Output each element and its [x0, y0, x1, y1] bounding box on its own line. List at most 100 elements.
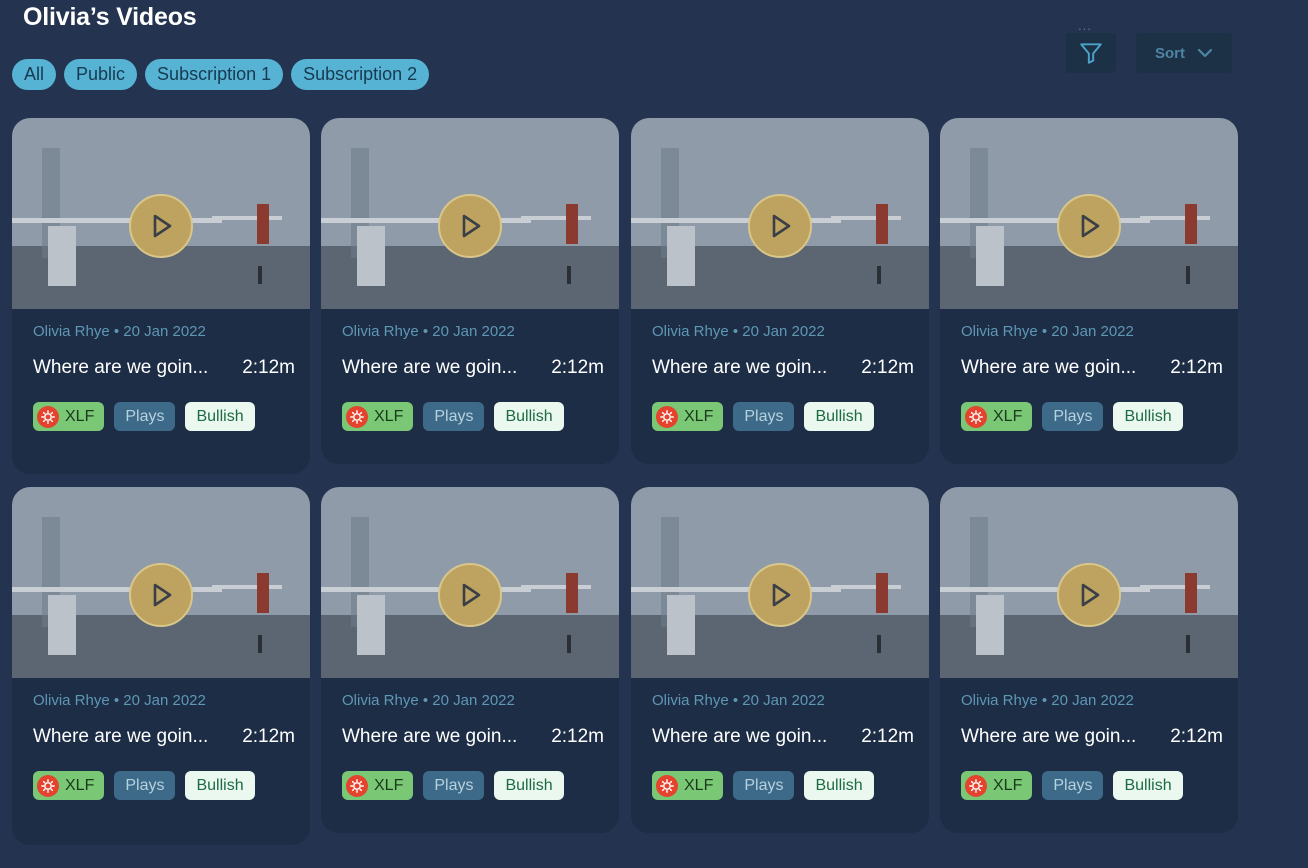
video-tags: XLF Plays Bullish — [33, 402, 255, 431]
tag-bullish[interactable]: Bullish — [1113, 771, 1183, 800]
author-name: Olivia Rhye — [961, 323, 1038, 340]
upload-date: 20 Jan 2022 — [432, 323, 515, 340]
tag-plays[interactable]: Plays — [733, 402, 795, 431]
video-thumbnail[interactable] — [321, 118, 619, 309]
sort-button[interactable]: Sort — [1136, 33, 1232, 73]
author-name: Olivia Rhye — [961, 692, 1038, 709]
play-button[interactable] — [748, 563, 812, 627]
video-card[interactable]: Olivia Rhye • 20 Jan 2022 Where are we g… — [631, 487, 929, 833]
video-meta: Olivia Rhye • 20 Jan 2022 — [342, 692, 515, 709]
tag-xlf[interactable]: XLF — [652, 402, 724, 431]
play-button[interactable] — [129, 194, 193, 258]
filter-button[interactable] — [1066, 33, 1116, 73]
video-title[interactable]: Where are we goin... — [652, 357, 827, 379]
play-button[interactable] — [129, 563, 193, 627]
video-title[interactable]: Where are we goin... — [33, 357, 208, 379]
tag-bullish[interactable]: Bullish — [804, 771, 874, 800]
tag-xlf[interactable]: XLF — [652, 771, 724, 800]
tag-xlf-label: XLF — [684, 777, 714, 794]
meta-separator: • — [422, 323, 433, 340]
tag-bullish[interactable]: Bullish — [804, 402, 874, 431]
tag-plays[interactable]: Plays — [114, 771, 176, 800]
video-meta: Olivia Rhye • 20 Jan 2022 — [33, 692, 206, 709]
video-duration: 2:12m — [1170, 357, 1223, 378]
video-thumbnail[interactable] — [12, 487, 310, 678]
video-thumbnail[interactable] — [321, 487, 619, 678]
author-name: Olivia Rhye — [33, 323, 110, 340]
filter-tab-subscription-2[interactable]: Subscription 2 — [291, 59, 430, 90]
filter-tabs: All Public Subscription 1 Subscription 2 — [12, 59, 430, 90]
play-icon — [153, 214, 172, 238]
video-title[interactable]: Where are we goin... — [33, 726, 208, 748]
tag-xlf[interactable]: XLF — [33, 402, 105, 431]
video-tags: XLF Plays Bullish — [33, 771, 255, 800]
video-thumbnail[interactable] — [631, 118, 929, 309]
upload-date: 20 Jan 2022 — [123, 692, 206, 709]
page-title: Olivia’s Videos — [23, 3, 197, 31]
video-tags: XLF Plays Bullish — [652, 771, 874, 800]
tag-plays[interactable]: Plays — [733, 771, 795, 800]
video-duration: 2:12m — [242, 357, 295, 378]
tag-bullish[interactable]: Bullish — [1113, 402, 1183, 431]
video-card[interactable]: Olivia Rhye • 20 Jan 2022 Where are we g… — [12, 118, 310, 474]
tag-plays[interactable]: Plays — [1042, 771, 1104, 800]
play-button[interactable] — [748, 194, 812, 258]
video-meta: Olivia Rhye • 20 Jan 2022 — [961, 323, 1134, 340]
play-button[interactable] — [438, 194, 502, 258]
meta-separator: • — [113, 692, 124, 709]
author-name: Olivia Rhye — [33, 692, 110, 709]
video-thumbnail[interactable] — [940, 118, 1238, 309]
more-options-dots[interactable]: ... — [1078, 18, 1092, 33]
video-title[interactable]: Where are we goin... — [342, 726, 517, 748]
tag-bullish[interactable]: Bullish — [494, 771, 564, 800]
video-card[interactable]: Olivia Rhye • 20 Jan 2022 Where are we g… — [940, 118, 1238, 464]
video-title[interactable]: Where are we goin... — [342, 357, 517, 379]
xlf-logo-icon — [346, 405, 368, 428]
video-title-row: Where are we goin... 2:12m — [652, 726, 914, 748]
video-meta: Olivia Rhye • 20 Jan 2022 — [652, 692, 825, 709]
video-thumbnail[interactable] — [631, 487, 929, 678]
video-thumbnail[interactable] — [12, 118, 310, 309]
filter-tab-all[interactable]: All — [12, 59, 57, 90]
videos-page: Olivia’s Videos All Public Subscription … — [0, 0, 1308, 868]
video-card[interactable]: Olivia Rhye • 20 Jan 2022 Where are we g… — [12, 487, 310, 845]
tag-plays[interactable]: Plays — [423, 771, 485, 800]
video-title[interactable]: Where are we goin... — [961, 726, 1136, 748]
tag-plays[interactable]: Plays — [114, 402, 176, 431]
play-icon — [772, 214, 791, 238]
xlf-logo-icon — [656, 774, 678, 797]
video-duration: 2:12m — [861, 726, 914, 747]
video-meta: Olivia Rhye • 20 Jan 2022 — [652, 323, 825, 340]
tag-bullish[interactable]: Bullish — [185, 402, 255, 431]
video-duration: 2:12m — [551, 357, 604, 378]
tag-xlf[interactable]: XLF — [961, 771, 1033, 800]
meta-separator: • — [1041, 323, 1052, 340]
play-button[interactable] — [1057, 194, 1121, 258]
video-title[interactable]: Where are we goin... — [961, 357, 1136, 379]
tag-xlf[interactable]: XLF — [961, 402, 1033, 431]
tag-xlf[interactable]: XLF — [342, 402, 414, 431]
play-button[interactable] — [438, 563, 502, 627]
play-button[interactable] — [1057, 563, 1121, 627]
filter-tab-public[interactable]: Public — [64, 59, 138, 90]
video-meta: Olivia Rhye • 20 Jan 2022 — [961, 692, 1134, 709]
tag-plays[interactable]: Plays — [423, 402, 485, 431]
tag-xlf[interactable]: XLF — [342, 771, 414, 800]
meta-separator: • — [422, 692, 433, 709]
video-card[interactable]: Olivia Rhye • 20 Jan 2022 Where are we g… — [321, 487, 619, 833]
upload-date: 20 Jan 2022 — [432, 692, 515, 709]
tag-plays[interactable]: Plays — [1042, 402, 1104, 431]
tag-xlf[interactable]: XLF — [33, 771, 105, 800]
filter-tab-subscription-1[interactable]: Subscription 1 — [145, 59, 284, 90]
video-title[interactable]: Where are we goin... — [652, 726, 827, 748]
tag-bullish[interactable]: Bullish — [185, 771, 255, 800]
video-card[interactable]: Olivia Rhye • 20 Jan 2022 Where are we g… — [631, 118, 929, 464]
tag-bullish[interactable]: Bullish — [494, 402, 564, 431]
video-card[interactable]: Olivia Rhye • 20 Jan 2022 Where are we g… — [321, 118, 619, 464]
video-thumbnail[interactable] — [940, 487, 1238, 678]
video-tags: XLF Plays Bullish — [961, 771, 1183, 800]
xlf-logo-icon — [37, 774, 59, 797]
video-duration: 2:12m — [1170, 726, 1223, 747]
video-meta: Olivia Rhye • 20 Jan 2022 — [33, 323, 206, 340]
video-card[interactable]: Olivia Rhye • 20 Jan 2022 Where are we g… — [940, 487, 1238, 833]
